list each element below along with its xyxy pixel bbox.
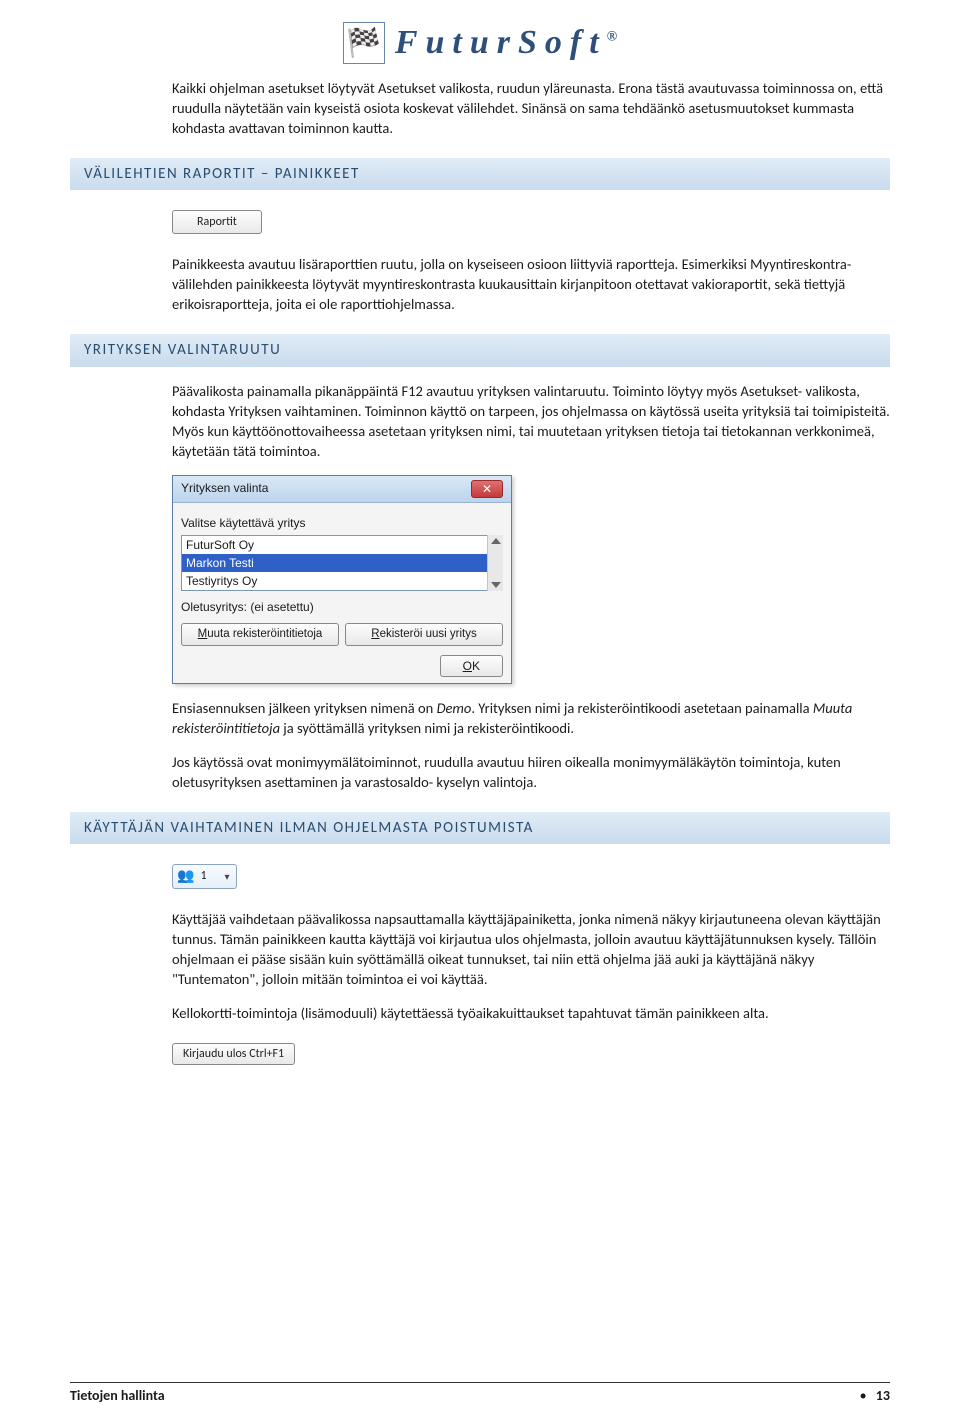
dialog-select-label: Valitse käytettävä yritys xyxy=(181,515,503,531)
close-icon[interactable]: ✕ xyxy=(471,480,503,498)
modify-registration-button[interactable]: Muuta rekisteröintitietoja xyxy=(181,623,339,647)
user-switch-icon: 👥 xyxy=(177,867,194,886)
heading-kayttajan: KÄYTTÄJÄN VAIHTAMINEN ILMAN OHJELMASTA P… xyxy=(70,812,890,844)
dialog-title-bar: Yrityksen valinta ✕ xyxy=(173,476,511,503)
footer-left: Tietojen hallinta xyxy=(70,1387,165,1406)
user-switch-button[interactable]: 👥 1 ▾ xyxy=(172,864,237,889)
list-item-selected[interactable]: Markon Testi xyxy=(182,554,502,572)
dialog-title-text: Yrityksen valinta xyxy=(181,480,268,496)
logo-brand: FuturSoft xyxy=(395,24,607,61)
yritys-paragraph-1: Päävalikosta painamalla pikanäppäintä F1… xyxy=(172,381,890,461)
list-item[interactable]: FuturSoft Oy xyxy=(182,536,502,554)
register-company-button[interactable]: Rekisteröi uusi yritys xyxy=(345,623,503,647)
chevron-down-icon: ▾ xyxy=(213,870,230,884)
footer-bullet: • xyxy=(854,1387,873,1404)
heading-yrityksen: YRITYKSEN VALINTARUUTU xyxy=(70,334,890,366)
intro-paragraph: Kaikki ohjelman asetukset löytyvät Asetu… xyxy=(172,78,890,138)
heading-valilehtien: VÄLILEHTIEN RAPORTIT – PAINIKKEET xyxy=(70,158,890,190)
flag-icon: 🏁 xyxy=(343,22,385,64)
yritys-paragraph-3: Jos käytössä ovat monimyymälätoiminnot, … xyxy=(172,752,890,792)
company-list[interactable]: FuturSoft Oy Markon Testi Testiyritys Oy xyxy=(181,535,503,591)
yrityksen-valinta-dialog: Yrityksen valinta ✕ Valitse käytettävä y… xyxy=(172,475,512,684)
page-footer: Tietojen hallinta • 13 xyxy=(70,1382,890,1406)
raportit-button[interactable]: Raportit xyxy=(172,210,262,234)
logo: 🏁 FuturSoft® xyxy=(70,20,890,66)
scrollbar[interactable] xyxy=(487,535,503,591)
yritys-paragraph-2: Ensiasennuksen jälkeen yrityksen nimenä … xyxy=(172,698,890,738)
ok-button[interactable]: OK xyxy=(440,655,503,677)
raportit-paragraph: Painikkeesta avautuu lisäraporttien ruut… xyxy=(172,254,890,314)
btn-modify-rest: uuta rekisteröintitietoja xyxy=(207,628,322,640)
footer-page-number: 13 xyxy=(876,1387,890,1404)
registered-icon: ® xyxy=(607,30,617,45)
user-switch-label: 1 xyxy=(200,868,206,884)
list-item[interactable]: Testiyritys Oy xyxy=(182,572,502,590)
default-company-label: Oletusyritys: (ei asetettu) xyxy=(181,599,503,615)
logo-text: FuturSoft® xyxy=(395,20,617,66)
kayttaja-paragraph-1: Käyttäjää vaihdetaan päävalikossa napsau… xyxy=(172,909,890,989)
logout-button[interactable]: Kirjaudu ulos Ctrl+F1 xyxy=(172,1043,295,1065)
btn-register-rest: ekisteröi uusi yritys xyxy=(380,628,477,640)
kayttaja-paragraph-2: Kellokortti-toimintoja (lisämoduuli) käy… xyxy=(172,1003,890,1023)
